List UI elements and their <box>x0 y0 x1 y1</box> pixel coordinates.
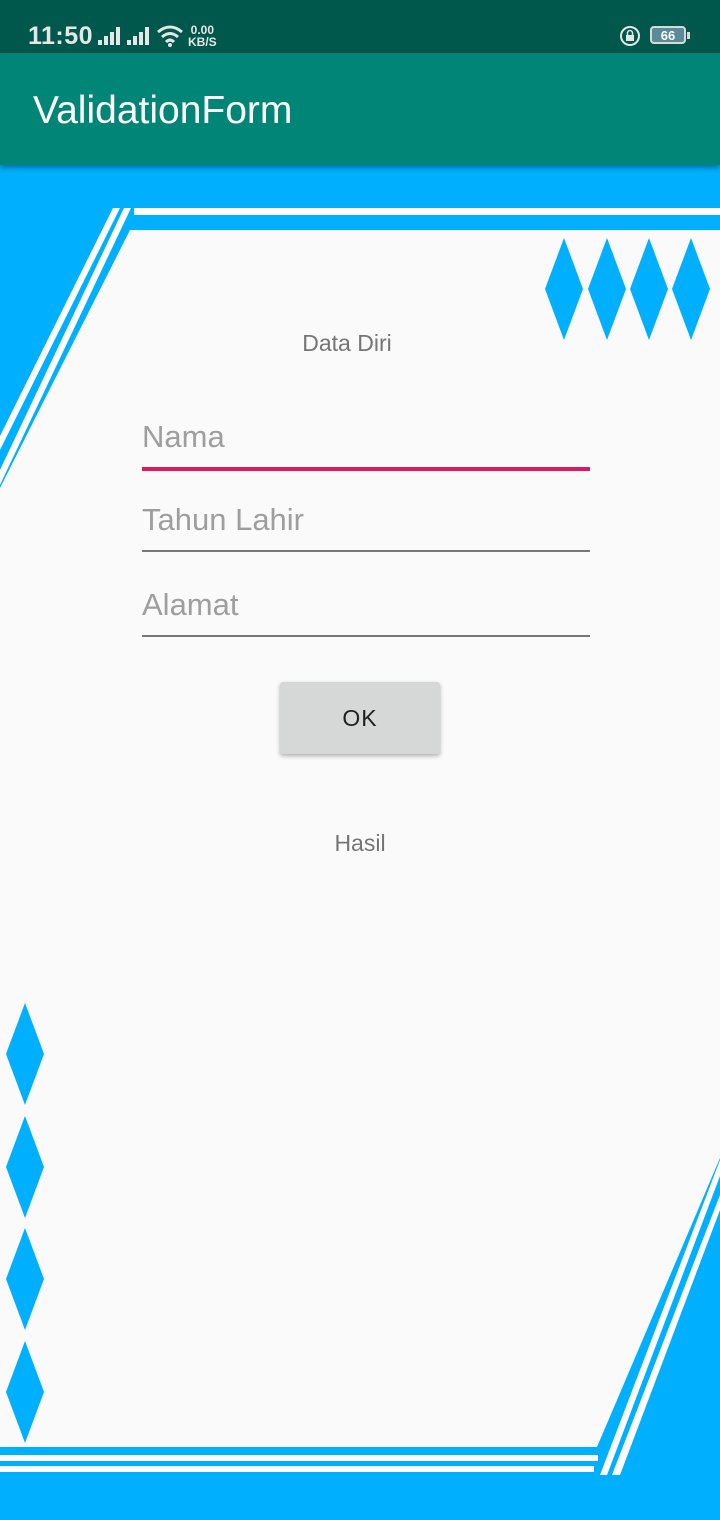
section-title: Data Diri <box>302 330 392 356</box>
wifi-icon <box>157 25 183 47</box>
net-speed-unit: KB/S <box>188 35 217 49</box>
signal-icon <box>98 27 120 45</box>
battery-tip <box>687 32 690 39</box>
status-bar: 11:50 0.00 KB/S 66 <box>0 0 720 53</box>
result-label: Hasil <box>334 830 386 856</box>
ok-button[interactable]: OK <box>280 682 440 754</box>
app-bar: ValidationForm <box>0 53 720 165</box>
rotation-lock-icon <box>620 26 640 46</box>
address-input[interactable] <box>142 575 590 637</box>
status-time: 11:50 <box>28 22 94 50</box>
net-speed: 0.00 KB/S <box>188 24 217 48</box>
battery-icon: 66 <box>650 26 686 44</box>
signal-icon <box>127 27 149 45</box>
name-input[interactable] <box>142 407 590 471</box>
birth-year-input[interactable] <box>142 490 590 552</box>
app-title: ValidationForm <box>33 89 293 132</box>
